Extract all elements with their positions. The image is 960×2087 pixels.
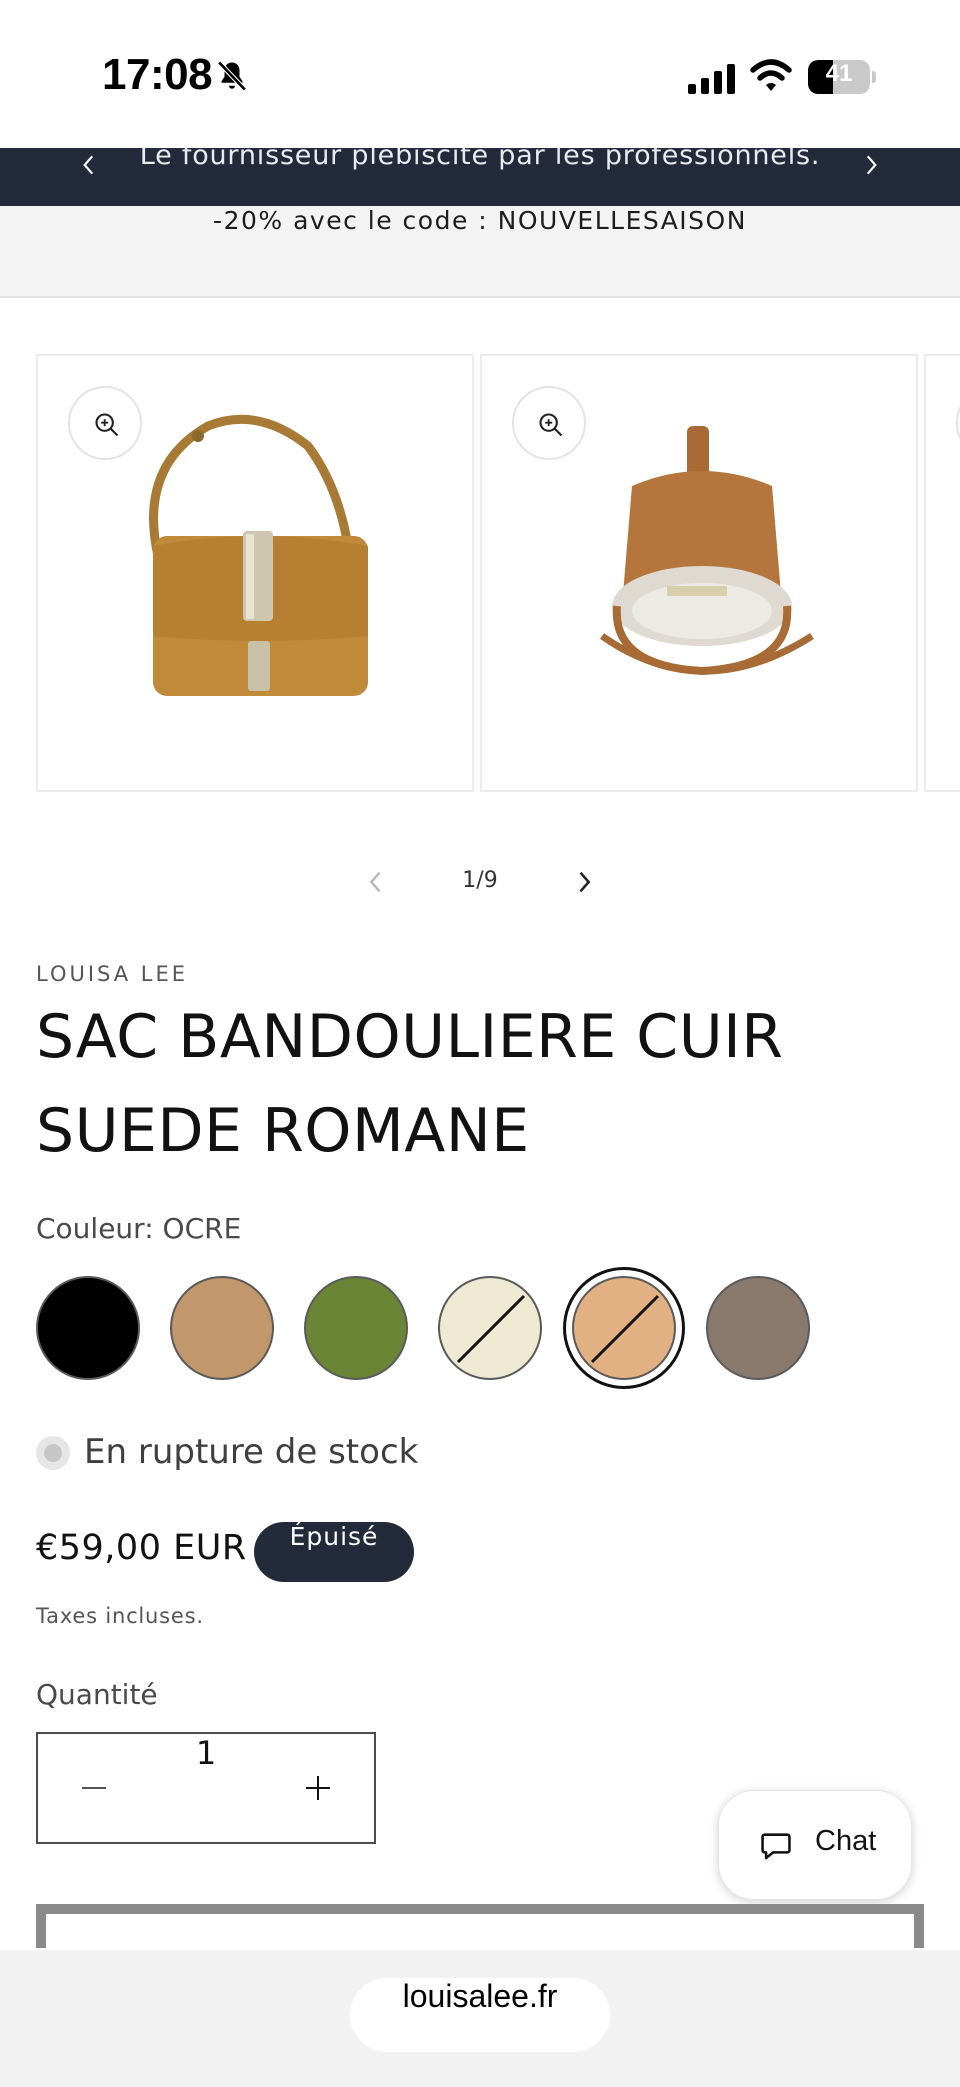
chat-button[interactable]: Chat (718, 1790, 912, 1900)
chevron-right-icon[interactable] (858, 152, 884, 178)
add-to-cart-button[interactable] (36, 1904, 924, 1948)
chat-label: Chat (815, 1825, 877, 1857)
unavailable-slash-icon (456, 1294, 526, 1364)
quantity-input[interactable]: 1 (150, 1734, 262, 1842)
sold-out-badge: Épuisé (254, 1522, 414, 1582)
color-swatch[interactable] (170, 1276, 274, 1380)
color-swatch[interactable] (438, 1276, 542, 1380)
zoom-button[interactable] (956, 386, 960, 460)
product-image-open (599, 426, 814, 676)
color-label: Couleur: OCRE (36, 1212, 242, 1245)
product-title: SAC BANDOULIERE CUIR SUEDE ROMANE (36, 1002, 784, 1166)
chevron-left-icon[interactable] (362, 868, 390, 896)
gallery-slide[interactable] (36, 354, 474, 792)
promo-bar: -20% avec le code : NOUVELLESAISON (0, 206, 960, 298)
signal-icon (688, 64, 735, 94)
browser-bottom-bar: louisalee.fr (0, 1950, 960, 2087)
promo-text: -20% avec le code : NOUVELLESAISON (213, 206, 747, 235)
quantity-label: Quantité (36, 1678, 158, 1711)
address-bar[interactable]: louisalee.fr (350, 1978, 610, 2052)
stock-text: En rupture de stock (84, 1432, 419, 1472)
chat-bubble-icon (761, 1833, 791, 1860)
gallery-slide[interactable] (924, 354, 960, 792)
quantity-stepper: 1 (36, 1732, 376, 1844)
tax-note: Taxes incluses. (36, 1604, 204, 1628)
increase-quantity-button[interactable] (262, 1734, 374, 1842)
unavailable-slash-icon (590, 1294, 660, 1364)
gallery-slide[interactable] (480, 354, 918, 792)
gallery-counter: 1/9 (462, 868, 498, 893)
chevron-right-icon[interactable] (570, 868, 598, 896)
battery-level: 41 (825, 60, 853, 87)
announcement-text: Le fournisseur plébiscité par les profes… (139, 148, 821, 171)
stock-indicator-icon (36, 1436, 70, 1470)
color-swatch[interactable] (706, 1276, 810, 1380)
product-price: €59,00 EUR (36, 1528, 247, 1568)
status-time: 17:08 (102, 50, 213, 99)
product-vendor: LOUISA LEE (36, 962, 189, 986)
announcement-bar: Le fournisseur plébiscité par les profes… (0, 148, 960, 206)
color-swatch[interactable] (36, 1276, 140, 1380)
bell-muted-icon (217, 60, 247, 92)
gallery-pager: 1/9 (0, 862, 960, 902)
decrease-quantity-button[interactable] (38, 1734, 150, 1842)
color-swatch[interactable] (563, 1267, 685, 1389)
product-gallery[interactable] (0, 354, 960, 794)
wifi-icon (750, 59, 792, 91)
status-bar: 17:08 41 (0, 0, 960, 148)
battery-icon: 41 (808, 60, 876, 94)
product-image-front (149, 414, 368, 696)
color-swatch[interactable] (304, 1276, 408, 1380)
